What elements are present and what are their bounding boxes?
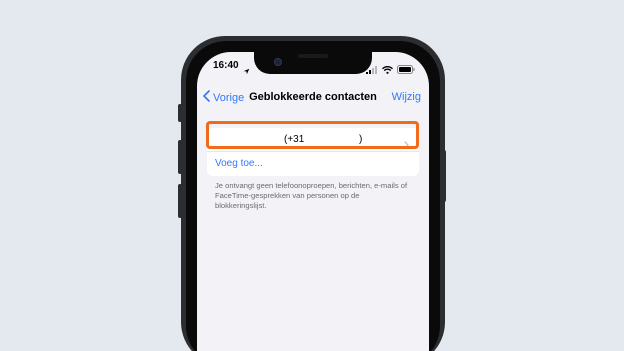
notch [254, 52, 372, 74]
wifi-icon [382, 61, 393, 79]
earpiece-speaker [298, 54, 328, 58]
battery-icon [397, 61, 415, 79]
phone-bezel: 16:40 Vorige Geblokkeerde contacten Wijz… [186, 41, 440, 351]
status-time: 16:40 [213, 60, 239, 71]
add-new-row[interactable]: Voeg toe... [207, 152, 419, 176]
location-arrow-icon [243, 62, 250, 80]
block-list-footnote: Je ontvangt geen telefoonoproepen, beric… [215, 181, 408, 210]
status-icons [366, 61, 415, 79]
highlight-box [206, 121, 419, 149]
phone-frame: 16:40 Vorige Geblokkeerde contacten Wijz… [181, 36, 445, 351]
phone-screen: 16:40 Vorige Geblokkeerde contacten Wijz… [197, 52, 429, 351]
navigation-bar: Vorige Geblokkeerde contacten Wijzig [197, 82, 429, 112]
edit-button[interactable]: Wijzig [392, 91, 421, 103]
add-contact-link[interactable]: Voeg toe... [215, 158, 263, 169]
front-camera [274, 58, 282, 66]
